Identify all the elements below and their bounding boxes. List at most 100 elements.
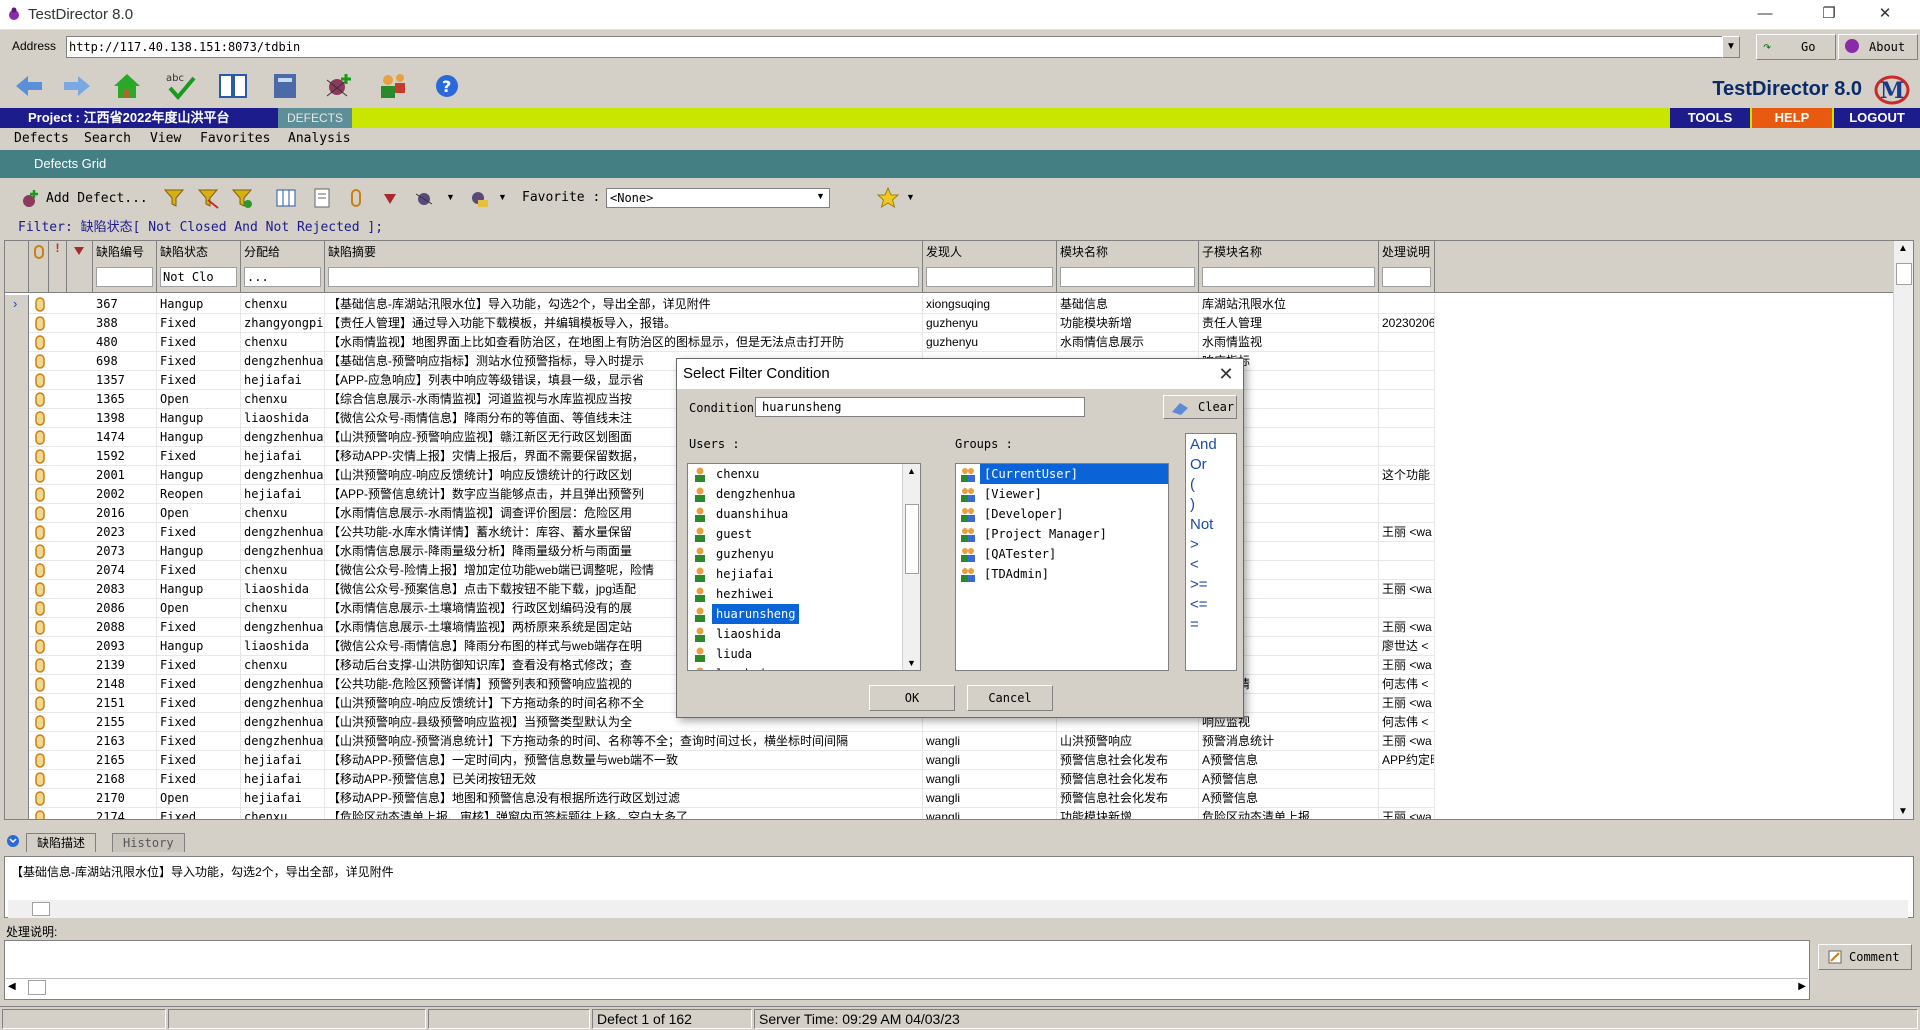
row-selector[interactable] bbox=[5, 523, 29, 542]
cancel-button[interactable]: Cancel bbox=[967, 685, 1053, 711]
operators-list[interactable]: And Or () Not > < >= <= = bbox=[1185, 433, 1237, 671]
module-defects-tab[interactable]: DEFECTS bbox=[278, 108, 352, 128]
row-selector[interactable] bbox=[5, 485, 29, 504]
table-row[interactable]: 2165 Fixed hejiafai 【移动APP-预警信息】一定时间内，预警信息数… bbox=[5, 751, 1435, 770]
column-header-1[interactable]: 缺陷编号 bbox=[93, 241, 157, 293]
user-list-item[interactable]: hejiafai bbox=[688, 564, 902, 584]
column-filter-field[interactable]: Not Clo bbox=[160, 267, 237, 287]
attachment-icon[interactable] bbox=[33, 411, 47, 426]
user-list-item[interactable]: liuda bbox=[688, 644, 902, 664]
attachment-icon[interactable] bbox=[33, 601, 47, 616]
book-icon[interactable] bbox=[216, 70, 250, 102]
row-selector[interactable] bbox=[5, 675, 29, 694]
attachment-icon[interactable] bbox=[33, 753, 47, 768]
row-selector[interactable] bbox=[5, 428, 29, 447]
refresh-filter-icon[interactable] bbox=[230, 186, 254, 210]
table-row[interactable]: 388 Fixed zhangyongpi 【责任人管理】通过导入功能下载模板，并编辑… bbox=[5, 314, 1435, 333]
operator-item[interactable]: >= bbox=[1190, 576, 1208, 593]
operator-item[interactable]: <= bbox=[1190, 596, 1208, 613]
help-icon[interactable]: ? bbox=[430, 70, 464, 102]
menu-view[interactable]: View bbox=[150, 131, 181, 146]
minimize-button[interactable]: — bbox=[1742, 0, 1788, 30]
scroll-down-icon[interactable]: ▼ bbox=[1898, 806, 1908, 817]
clear-filter-icon[interactable] bbox=[196, 186, 220, 210]
about-button[interactable]: About bbox=[1838, 34, 1918, 60]
operator-item[interactable]: < bbox=[1190, 556, 1199, 573]
attachment-icon[interactable] bbox=[33, 373, 47, 388]
row-selector[interactable] bbox=[5, 466, 29, 485]
attachment-icon[interactable] bbox=[33, 506, 47, 521]
attachment-icon[interactable] bbox=[33, 734, 47, 749]
description-horizontal-scrollbar[interactable] bbox=[8, 900, 1908, 918]
menu-defects[interactable]: Defects bbox=[14, 131, 69, 146]
tab-description[interactable]: 缺陷描述 bbox=[26, 833, 97, 852]
grid-vertical-scrollbar[interactable]: ▲ ▼ bbox=[1893, 241, 1913, 819]
clear-button[interactable]: Clear bbox=[1163, 395, 1237, 419]
forward-icon[interactable] bbox=[60, 70, 94, 102]
column-header-4[interactable]: 缺陷摘要 bbox=[325, 241, 923, 293]
dialog-close-button[interactable]: ✕ bbox=[1213, 361, 1239, 387]
row-selector[interactable] bbox=[5, 314, 29, 333]
column-filter-field[interactable] bbox=[1382, 267, 1431, 287]
maximize-button[interactable]: ❐ bbox=[1806, 0, 1852, 30]
attachment-icon[interactable] bbox=[33, 620, 47, 635]
group-list-item[interactable]: [Viewer] bbox=[956, 484, 1168, 504]
users-list[interactable]: chenxu dengzhenhua duanshihua guest guzhenyu… bbox=[687, 463, 921, 671]
operator-item[interactable]: Not bbox=[1190, 516, 1213, 533]
row-selector[interactable] bbox=[5, 352, 29, 371]
grid-columns-icon[interactable] bbox=[274, 186, 298, 210]
table-row[interactable]: 2174 Fixed chenxu 【危险区动态清单上报、审核】弹窗内页签标题往上移，… bbox=[5, 808, 1435, 819]
attachment-icon[interactable] bbox=[33, 639, 47, 654]
bug-tools-icon[interactable] bbox=[412, 186, 436, 210]
home-icon[interactable] bbox=[110, 70, 144, 102]
user-list-item[interactable]: huarunsheng bbox=[688, 604, 902, 624]
group-list-item[interactable]: [QATester] bbox=[956, 544, 1168, 564]
row-selector[interactable] bbox=[5, 599, 29, 618]
favorite-star-dropdown-icon[interactable]: ▼ bbox=[906, 192, 915, 202]
row-selector[interactable] bbox=[5, 751, 29, 770]
attachment-icon[interactable] bbox=[33, 582, 47, 597]
address-dropdown-button[interactable]: ▼ bbox=[1722, 36, 1740, 58]
group-list-item[interactable]: [Developer] bbox=[956, 504, 1168, 524]
attachment-icon[interactable] bbox=[33, 392, 47, 407]
attachment-icon[interactable] bbox=[33, 335, 47, 350]
row-selector[interactable] bbox=[5, 789, 29, 808]
bug-tools-dropdown-icon[interactable]: ▼ bbox=[446, 192, 455, 202]
attachment-icon[interactable] bbox=[33, 525, 47, 540]
mark-icon[interactable] bbox=[378, 186, 402, 210]
scroll-thumb[interactable] bbox=[1896, 263, 1912, 285]
logout-menu[interactable]: LOGOUT bbox=[1834, 108, 1920, 128]
collapse-pane-icon[interactable] bbox=[6, 834, 20, 848]
user-list-item[interactable]: longhui bbox=[688, 664, 902, 670]
column-filter-field[interactable] bbox=[328, 267, 919, 287]
favorite-star-icon[interactable] bbox=[876, 186, 900, 210]
users-scroll-thumb[interactable] bbox=[905, 504, 919, 574]
row-selector[interactable] bbox=[5, 333, 29, 352]
tools-menu[interactable]: TOOLS bbox=[1670, 108, 1750, 128]
menu-analysis[interactable]: Analysis bbox=[288, 131, 351, 146]
row-selector[interactable]: › bbox=[5, 295, 29, 314]
attachment-icon[interactable] bbox=[33, 544, 47, 559]
menu-favorites[interactable]: Favorites bbox=[200, 131, 270, 146]
spellcheck-icon[interactable]: abc bbox=[164, 70, 198, 102]
row-selector[interactable] bbox=[5, 371, 29, 390]
mail-dropdown-icon[interactable]: ▼ bbox=[498, 192, 507, 202]
column-filter-field[interactable] bbox=[1060, 267, 1195, 287]
user-list-item[interactable]: chenxu bbox=[688, 464, 902, 484]
comment-scroll-thumb[interactable] bbox=[28, 980, 46, 995]
row-selector[interactable] bbox=[5, 808, 29, 819]
column-filter-field[interactable] bbox=[1202, 267, 1375, 287]
user-list-item[interactable]: hezhiwei bbox=[688, 584, 902, 604]
row-selector[interactable] bbox=[5, 656, 29, 675]
operator-item[interactable]: > bbox=[1190, 536, 1199, 553]
header-flag-col[interactable] bbox=[67, 241, 93, 293]
menu-search[interactable]: Search bbox=[84, 131, 131, 146]
table-row[interactable]: 2168 Fixed hejiafai 【移动APP-预警信息】已关闭按钮无效 wang… bbox=[5, 770, 1435, 789]
attachment-icon[interactable] bbox=[33, 677, 47, 692]
row-selector[interactable] bbox=[5, 694, 29, 713]
attachment-icon[interactable] bbox=[33, 715, 47, 730]
column-header-8[interactable]: 处理说明 bbox=[1379, 241, 1435, 293]
row-selector[interactable] bbox=[5, 542, 29, 561]
comment-horizontal-scrollbar[interactable]: ◀ ▶ bbox=[6, 978, 1808, 996]
description-scroll-thumb[interactable] bbox=[32, 902, 50, 916]
